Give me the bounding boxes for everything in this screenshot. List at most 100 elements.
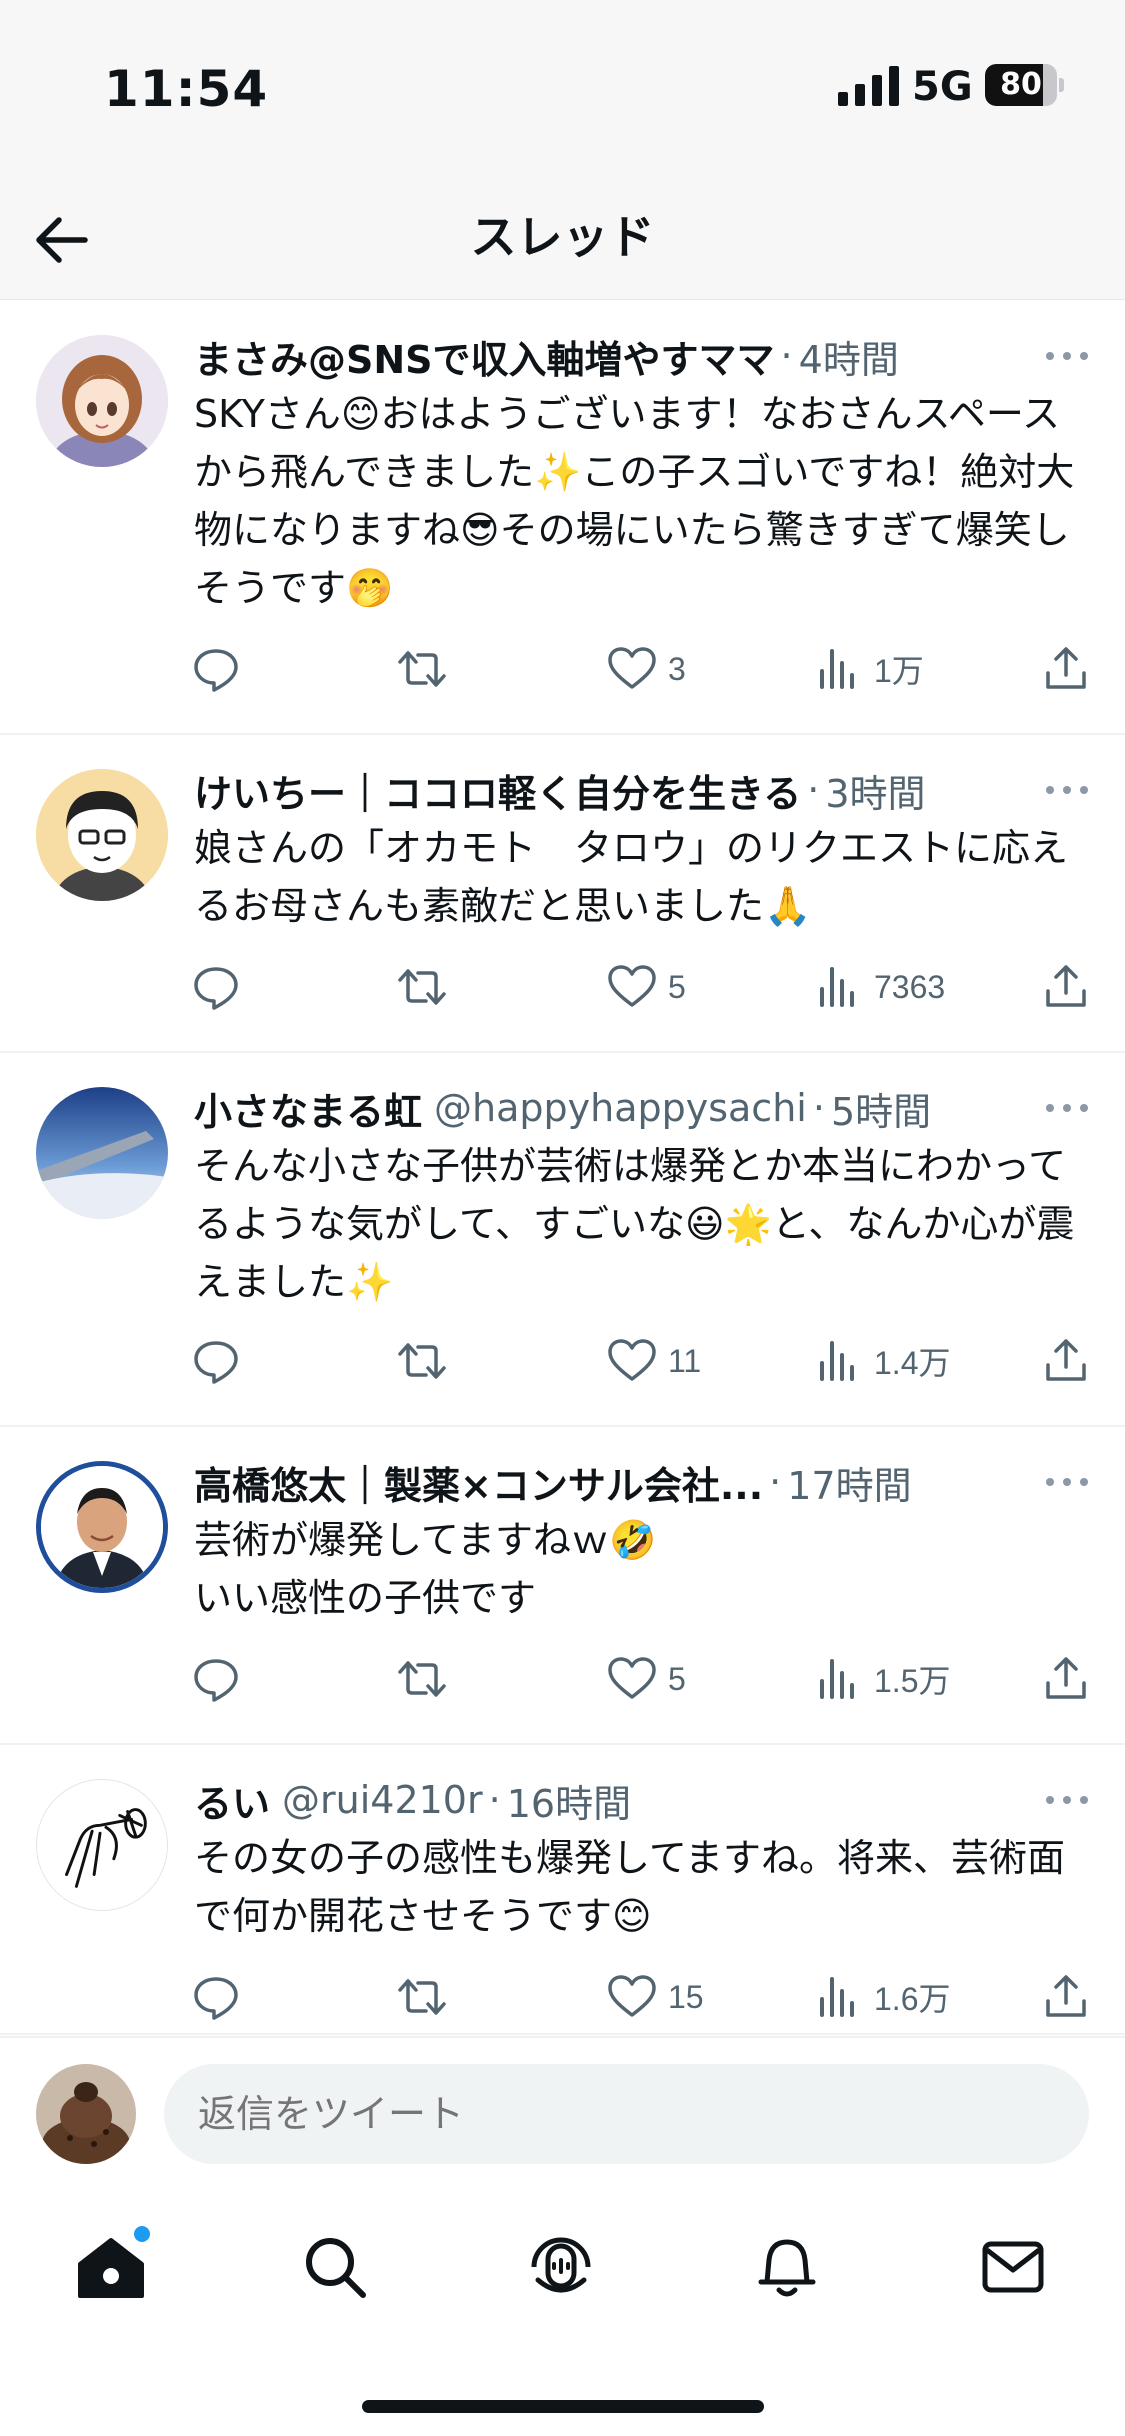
views-count: 1.6万 xyxy=(874,1981,951,2017)
like-button[interactable]: 5 xyxy=(606,1649,686,1709)
tweet-item[interactable]: 小さなまる虹 @happyhappysachi · 5時間 そんな小さな子供が芸… xyxy=(0,1053,1125,1427)
nav-messages[interactable] xyxy=(968,2222,1058,2312)
share-button[interactable] xyxy=(1040,1331,1092,1391)
like-count: 5 xyxy=(668,968,686,1005)
battery-percent: 80 xyxy=(1000,67,1042,102)
tweet-time[interactable]: 4時間 xyxy=(799,329,899,384)
tweet-actions: 5 1.5万 xyxy=(190,1649,1097,1709)
nav-home[interactable] xyxy=(66,2222,156,2312)
separator-dot: · xyxy=(780,334,793,378)
notification-dot xyxy=(134,2226,150,2242)
signal-icon xyxy=(838,66,899,106)
avatar-image xyxy=(41,1466,163,1588)
tweet-actions: 3 1万 xyxy=(190,639,1097,699)
avatar[interactable] xyxy=(36,1461,168,1593)
avatar-image xyxy=(36,1087,168,1219)
author-name[interactable]: けいちー｜ココロ軽く自分を生きる xyxy=(194,763,801,818)
tweet-text: そんな小さな子供が芸術は爆発とか本当にわかってるような気がして、すごいな😃🌟と、… xyxy=(194,1144,1075,1304)
author-handle[interactable]: @happyhappysachi xyxy=(434,1086,807,1130)
avatar[interactable] xyxy=(36,1779,168,1911)
tweet-time[interactable]: 3時間 xyxy=(825,763,925,818)
status-bar: 11:54 5G 80 xyxy=(0,0,1125,175)
nav-search[interactable] xyxy=(290,2222,380,2312)
reply-button[interactable] xyxy=(190,1967,242,2027)
retweet-button[interactable] xyxy=(396,1967,448,2027)
share-upload-icon xyxy=(1046,1339,1086,1381)
views-button[interactable]: 1.5万 xyxy=(812,1649,951,1709)
more-horizontal-icon xyxy=(1046,352,1088,360)
like-button[interactable]: 11 xyxy=(606,1331,701,1391)
thread-header: スレッド xyxy=(0,175,1125,300)
tweet-text: SKYさん😊おはようございます！なおさんスペースから飛んできました✨この子スゴい… xyxy=(194,392,1075,610)
avatar[interactable] xyxy=(36,769,168,901)
separator-dot: · xyxy=(769,1460,782,1504)
tweet-text: その女の子の感性も爆発してますね。将来、芸術面で何か開花させそうです😊 xyxy=(194,1836,1065,1938)
avatar[interactable] xyxy=(36,335,168,467)
tweet-text: 娘さんの「オカモト タロウ」のリクエストに応えるお母さんも素敵だと思いました🙏 xyxy=(194,826,1069,928)
reply-button[interactable] xyxy=(190,957,242,1017)
more-button[interactable] xyxy=(1029,1462,1089,1502)
tweet-item[interactable]: 高橋悠太｜製薬×コンサル会社... · 17時間 芸術が爆発してますねｗ🤣 いい… xyxy=(0,1427,1125,1745)
avatar-image xyxy=(36,335,168,467)
tweet-time[interactable]: 16時間 xyxy=(507,1773,631,1828)
share-button[interactable] xyxy=(1040,639,1092,699)
reply-button[interactable] xyxy=(190,1649,242,1709)
tweet-item[interactable]: るい @rui4210r · 16時間 その女の子の感性も爆発してますね。将来、… xyxy=(0,1745,1125,2035)
home-indicator xyxy=(362,2400,764,2413)
views-count: 7363 xyxy=(874,968,946,1005)
views-button[interactable]: 1.4万 xyxy=(812,1331,951,1391)
more-button[interactable] xyxy=(1029,1780,1089,1820)
author-name[interactable]: 小さなまる虹 xyxy=(194,1081,422,1136)
author-name[interactable]: 高橋悠太｜製薬×コンサル会社... xyxy=(194,1455,763,1510)
heart-icon xyxy=(608,1975,656,2017)
reply-button[interactable] xyxy=(190,1331,242,1391)
retweet-icon xyxy=(398,1661,446,1697)
more-button[interactable] xyxy=(1029,1088,1089,1128)
arrow-left-icon xyxy=(36,217,88,263)
views-button[interactable]: 1.6万 xyxy=(812,1967,951,2027)
like-button[interactable]: 3 xyxy=(606,639,686,699)
views-count: 1.5万 xyxy=(874,1663,951,1699)
separator-dot: · xyxy=(807,768,820,812)
retweet-button[interactable] xyxy=(396,957,448,1017)
tweet-time[interactable]: 17時間 xyxy=(787,1455,911,1510)
share-upload-icon xyxy=(1046,647,1086,689)
tweet-header: けいちー｜ココロ軽く自分を生きる · 3時間 xyxy=(194,757,1089,823)
share-button[interactable] xyxy=(1040,957,1092,1017)
tweet-item[interactable]: まさみ@SNSで収入軸増やすママ · 4時間 SKYさん😊おはようございます！な… xyxy=(0,301,1125,735)
comment-bubble-icon xyxy=(194,967,238,1010)
tweet-time[interactable]: 5時間 xyxy=(831,1081,931,1136)
bottom-navigation xyxy=(0,2186,1125,2436)
reply-feed[interactable]: まさみ@SNSで収入軸増やすママ · 4時間 SKYさん😊おはようございます！な… xyxy=(0,301,1125,2036)
views-button[interactable]: 1万 xyxy=(812,639,924,699)
nav-spaces[interactable] xyxy=(516,2222,606,2312)
like-button[interactable]: 5 xyxy=(606,957,686,1017)
tweet-item[interactable]: けいちー｜ココロ軽く自分を生きる · 3時間 娘さんの「オカモト タロウ」のリク… xyxy=(0,735,1125,1053)
like-count: 5 xyxy=(668,1660,686,1697)
reply-bar xyxy=(0,2036,1125,2186)
back-button[interactable] xyxy=(24,203,98,277)
share-button[interactable] xyxy=(1040,1649,1092,1709)
avatar-image xyxy=(37,1780,167,1910)
nav-notifications[interactable] xyxy=(742,2222,832,2312)
more-horizontal-icon xyxy=(1046,1796,1088,1804)
reply-button[interactable] xyxy=(190,639,242,699)
author-handle[interactable]: @rui4210r xyxy=(282,1778,483,1822)
avatar[interactable] xyxy=(36,1087,168,1219)
views-button[interactable]: 7363 xyxy=(812,957,945,1017)
more-button[interactable] xyxy=(1029,336,1089,376)
author-name[interactable]: るい xyxy=(194,1773,270,1828)
retweet-button[interactable] xyxy=(396,1649,448,1709)
retweet-icon xyxy=(398,1979,446,2015)
retweet-button[interactable] xyxy=(396,639,448,699)
my-avatar[interactable] xyxy=(36,2064,136,2164)
status-time: 11:54 xyxy=(104,60,269,118)
author-name[interactable]: まさみ@SNSで収入軸増やすママ xyxy=(194,329,775,384)
more-horizontal-icon xyxy=(1046,1104,1088,1112)
retweet-button[interactable] xyxy=(396,1331,448,1391)
like-button[interactable]: 15 xyxy=(606,1967,704,2027)
comment-bubble-icon xyxy=(194,1977,238,2020)
more-button[interactable] xyxy=(1029,770,1089,810)
reply-input[interactable] xyxy=(164,2064,1089,2164)
share-button[interactable] xyxy=(1040,1967,1092,2027)
